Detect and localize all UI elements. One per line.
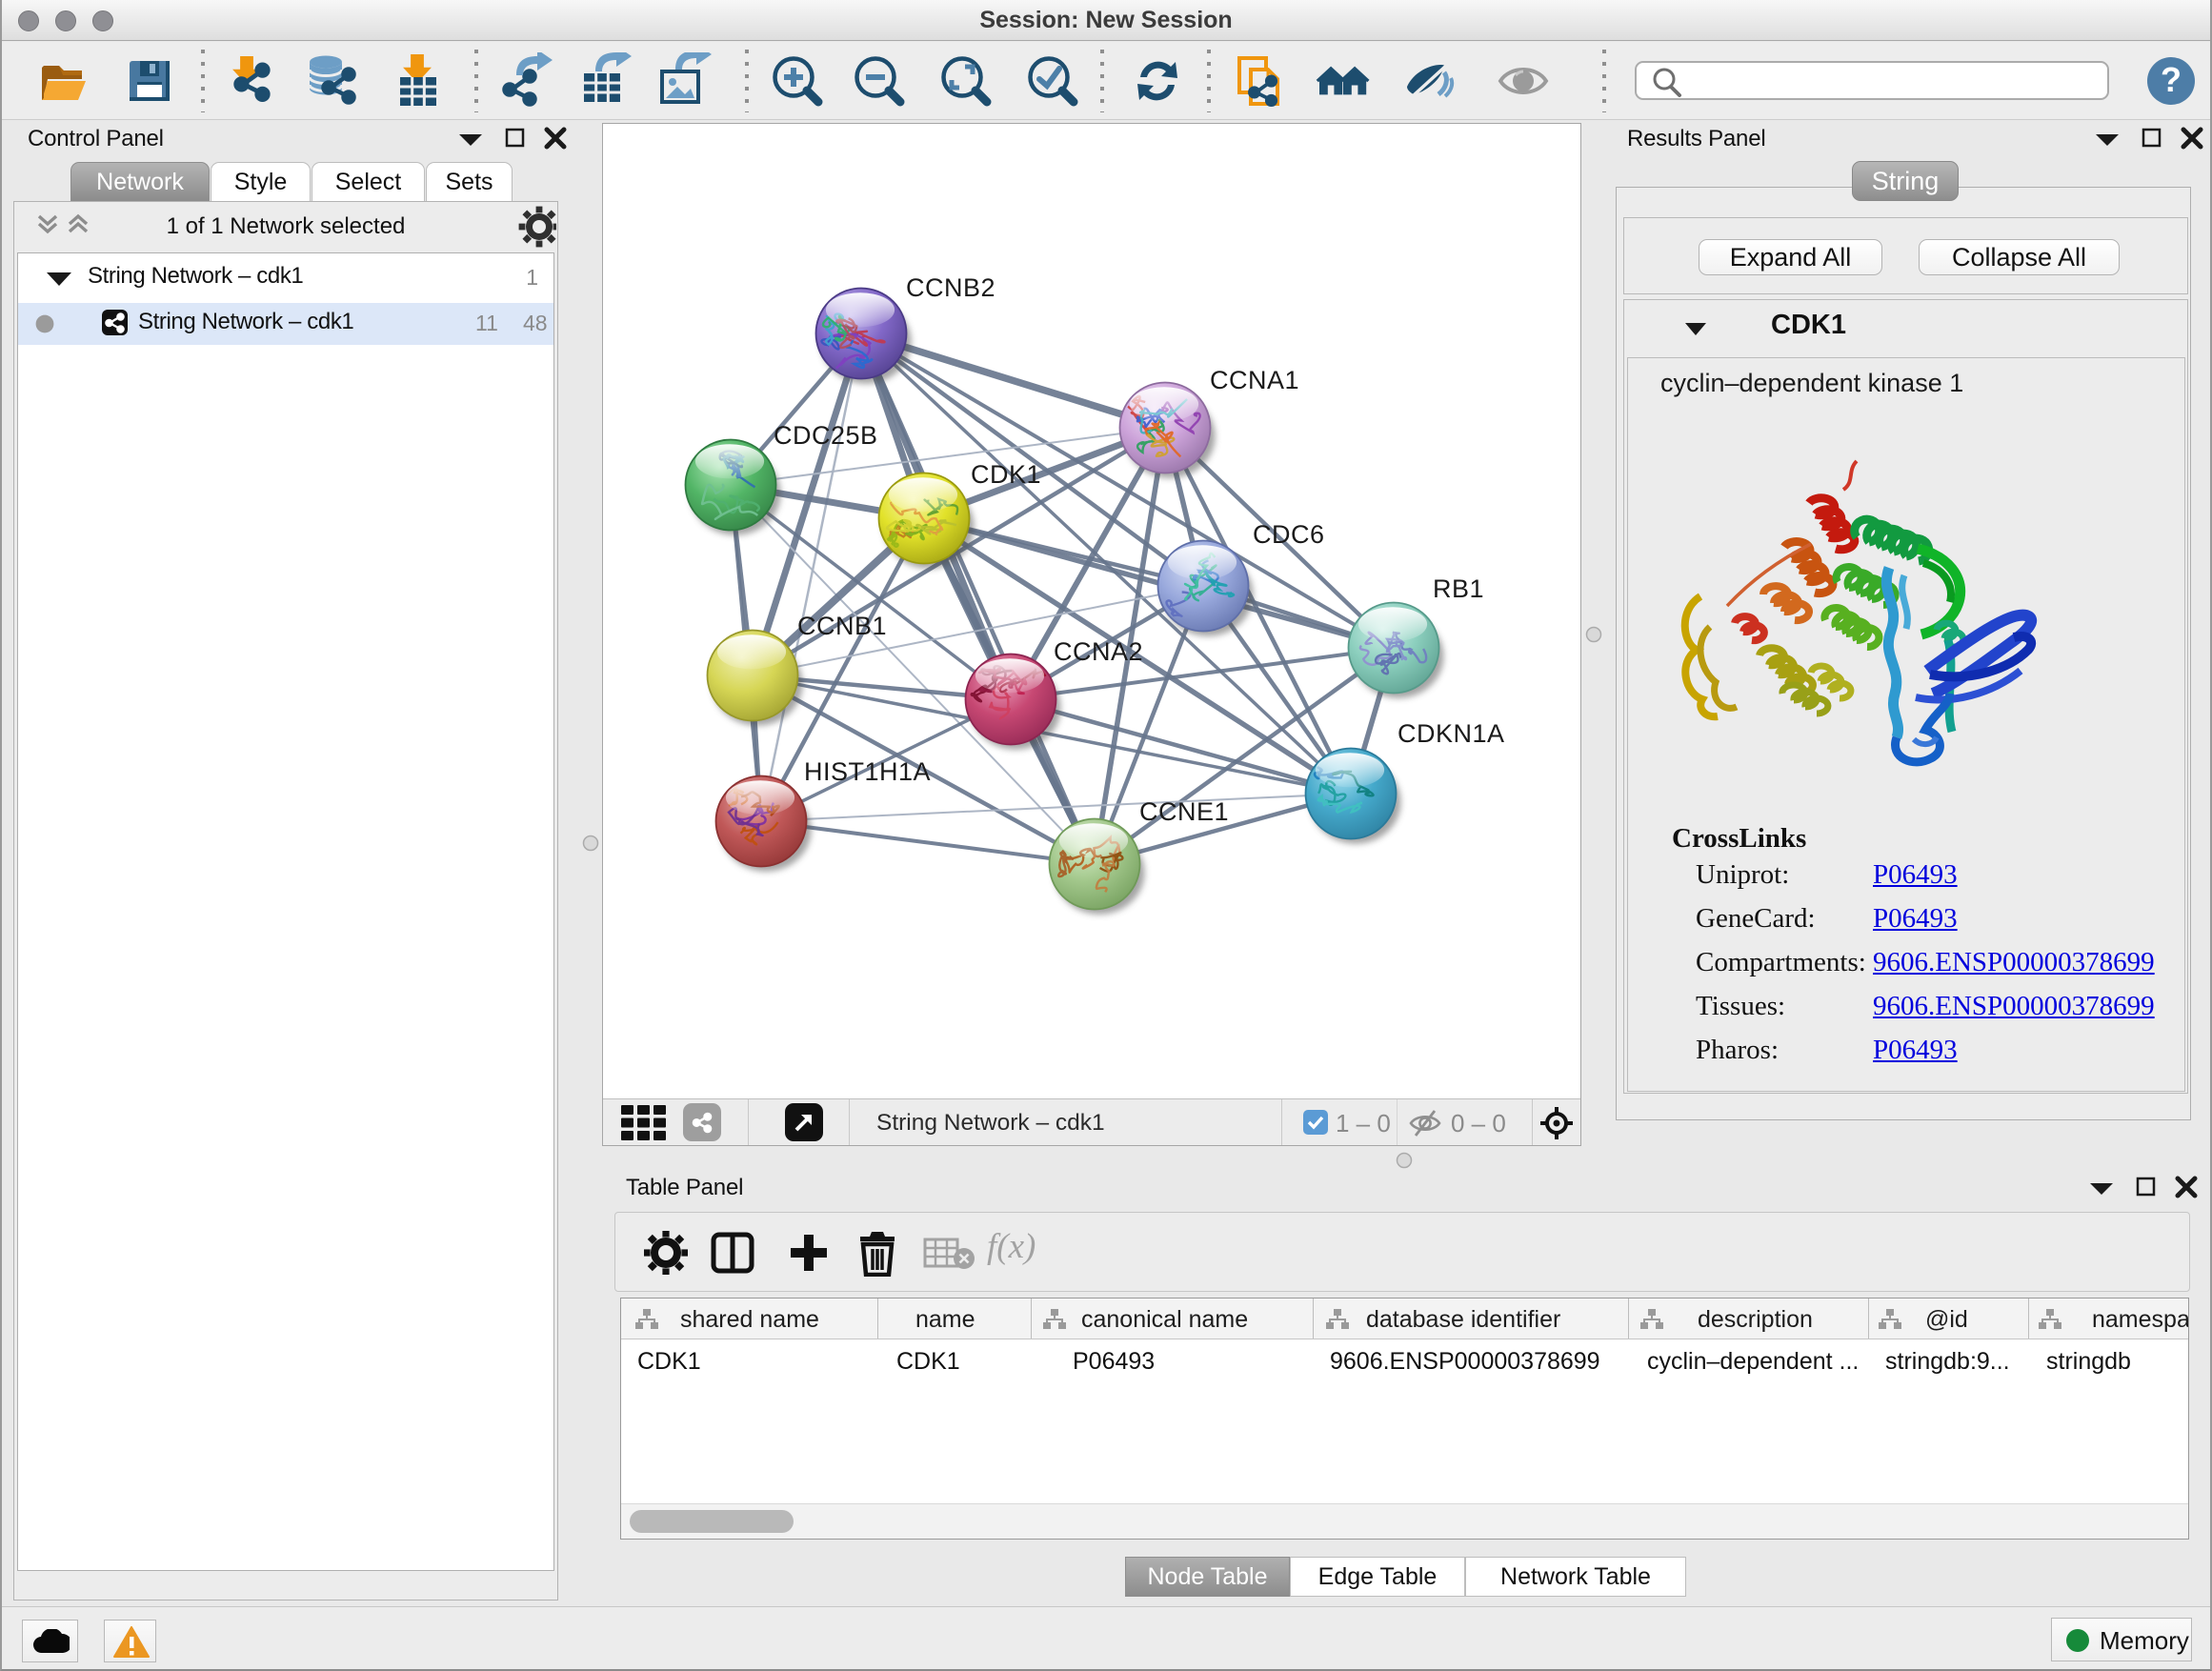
svg-text:CDKN1A: CDKN1A — [1398, 719, 1505, 748]
svg-text:CDC25B: CDC25B — [774, 421, 878, 450]
svg-text:?: ? — [2161, 60, 2182, 99]
svg-text:CCNE1: CCNE1 — [1139, 797, 1229, 826]
svg-text:CCNB1: CCNB1 — [797, 612, 887, 640]
svg-text:CDK1: CDK1 — [971, 460, 1041, 489]
svg-text:RB1: RB1 — [1433, 574, 1484, 603]
svg-text:HIST1H1A: HIST1H1A — [804, 757, 931, 786]
svg-text:CCNB2: CCNB2 — [906, 273, 995, 302]
svg-text:CDC6: CDC6 — [1253, 520, 1325, 549]
svg-text:CCNA1: CCNA1 — [1210, 366, 1299, 394]
svg-text:CCNA2: CCNA2 — [1054, 637, 1143, 666]
